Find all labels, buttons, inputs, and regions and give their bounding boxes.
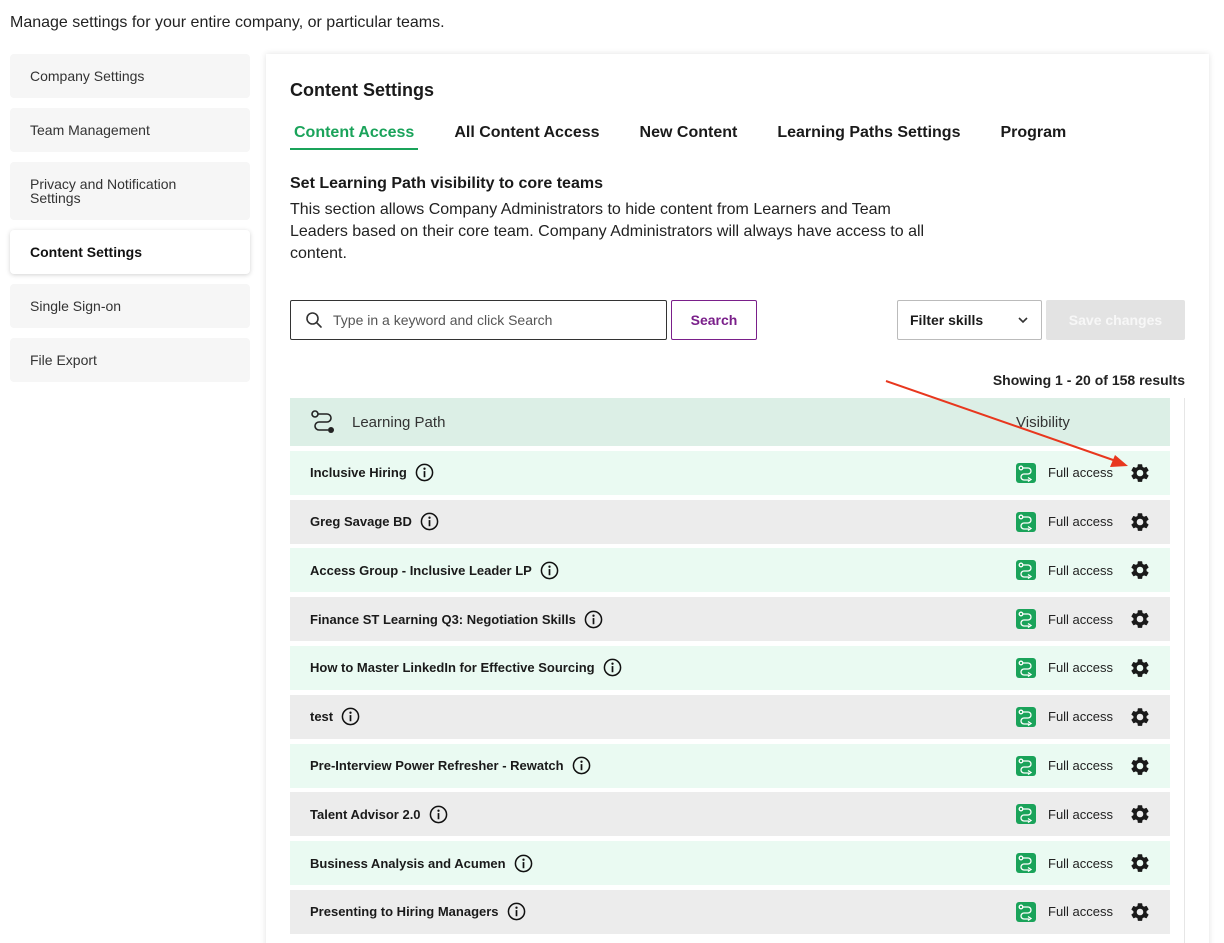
gear-icon[interactable] [1129,755,1151,777]
gear-icon[interactable] [1129,803,1151,825]
sidebar-item-privacy-notification[interactable]: Privacy and Notification Settings [10,162,250,220]
access-level-icon [1016,901,1036,922]
section-title: Set Learning Path visibility to core tea… [290,175,603,192]
gear-icon[interactable] [1129,657,1151,679]
info-icon[interactable] [341,707,360,726]
search-input[interactable] [333,312,653,328]
access-level-icon [1016,706,1036,727]
table-row: Finance ST Learning Q3: Negotiation Skil… [290,597,1170,642]
learning-path-icon [311,410,334,433]
sidebar-item-team-management[interactable]: Team Management [10,108,250,152]
table-body: Inclusive Hiring Full access Greg Savage B… [290,450,1184,934]
learning-path-table: Learning Path Visibility Inclusive Hirin… [290,398,1185,943]
gear-icon[interactable] [1129,608,1151,630]
info-icon[interactable] [415,463,434,482]
table-row: Greg Savage BD Full access [290,499,1170,544]
learning-path-name: Pre-Interview Power Refresher - Rewatch [310,758,564,774]
tab-learning-paths-settings[interactable]: Learning Paths Settings [773,124,964,150]
learning-path-name: test [310,709,334,725]
access-level-text: Full access [1048,514,1114,530]
info-icon[interactable] [507,902,526,921]
info-icon[interactable] [514,854,533,873]
table-row: Talent Advisor 2.0 Full access [290,792,1170,837]
access-level-icon [1016,853,1036,874]
access-level-text: Full access [1048,562,1114,578]
table-header: Learning Path Visibility [290,398,1170,446]
access-level-icon [1016,804,1036,825]
table-row: Inclusive Hiring Full access [290,450,1170,495]
table-row: Access Group - Inclusive Leader LP Full a… [290,548,1170,593]
settings-sidebar: Company Settings Team Management Privacy… [10,54,250,392]
table-row: Business Analysis and Acumen Full access [290,841,1170,886]
results-count: Showing 1 - 20 of 158 results [992,372,1185,388]
tab-new-content[interactable]: New Content [636,124,742,150]
access-level-icon [1016,560,1036,581]
learning-path-name: Presenting to Hiring Managers [310,904,499,920]
info-icon[interactable] [420,512,439,531]
sidebar-item-single-sign-on[interactable]: Single Sign-on [10,284,250,328]
gear-icon[interactable] [1129,706,1151,728]
learning-path-name: Business Analysis and Acumen [310,855,506,871]
gear-icon[interactable] [1129,462,1151,484]
page-intro: Manage settings for your entire company,… [10,14,445,31]
learning-path-name: Finance ST Learning Q3: Negotiation Skil… [310,611,576,627]
access-level-text: Full access [1048,855,1114,871]
table-row: How to Master LinkedIn for Effective Sou… [290,645,1170,690]
access-level-text: Full access [1048,904,1114,920]
table-row: Presenting to Hiring Managers Full access [290,889,1170,934]
content-settings-panel: Content Settings Content Access All Cont… [266,54,1209,943]
info-icon[interactable] [584,610,603,629]
learning-path-name: Talent Advisor 2.0 [310,806,421,822]
access-level-text: Full access [1048,709,1114,725]
learning-path-name: Greg Savage BD [310,514,412,530]
access-level-text: Full access [1048,611,1114,627]
gear-icon[interactable] [1129,511,1151,533]
gear-icon[interactable] [1129,901,1151,923]
info-icon[interactable] [429,805,448,824]
tab-content-access[interactable]: Content Access [290,124,419,150]
panel-title: Content Settings [290,80,434,100]
access-level-icon [1016,755,1036,776]
column-header-learning-path: Learning Path [352,413,446,431]
sidebar-item-company-settings[interactable]: Company Settings [10,54,250,98]
search-button[interactable]: Search [671,300,757,340]
section-description: This section allows Company Administrato… [290,201,925,262]
access-level-text: Full access [1048,806,1114,822]
gear-icon[interactable] [1129,852,1151,874]
filter-skills-dropdown[interactable]: Filter skills [897,300,1042,340]
info-icon[interactable] [540,561,559,580]
access-level-icon [1016,511,1036,532]
access-level-text: Full access [1048,758,1114,774]
column-header-visibility: Visibility [1016,413,1070,431]
learning-path-name: Access Group - Inclusive Leader LP [310,562,532,578]
sidebar-item-content-settings[interactable]: Content Settings [10,230,250,274]
chevron-down-icon [1018,317,1028,324]
search-box [290,300,667,340]
access-level-icon [1016,657,1036,678]
gear-icon[interactable] [1129,559,1151,581]
access-level-icon [1016,609,1036,630]
filter-skills-label: Filter skills [910,312,984,328]
search-icon [306,312,322,328]
info-icon[interactable] [572,756,591,775]
tab-bar: Content Access All Content Access New Co… [290,124,1102,150]
tab-all-content-access[interactable]: All Content Access [450,124,603,150]
tab-program[interactable]: Program [996,124,1070,150]
save-changes-button[interactable]: Save changes [1046,300,1185,340]
table-row: test Full access [290,694,1170,739]
info-icon[interactable] [603,658,622,677]
access-level-icon [1016,462,1036,483]
sidebar-item-file-export[interactable]: File Export [10,338,250,382]
learning-path-name: How to Master LinkedIn for Effective Sou… [310,660,595,676]
access-level-text: Full access [1048,465,1114,481]
table-row: Pre-Interview Power Refresher - Rewatch F… [290,743,1170,788]
access-level-text: Full access [1048,660,1114,676]
learning-path-name: Inclusive Hiring [310,465,407,481]
